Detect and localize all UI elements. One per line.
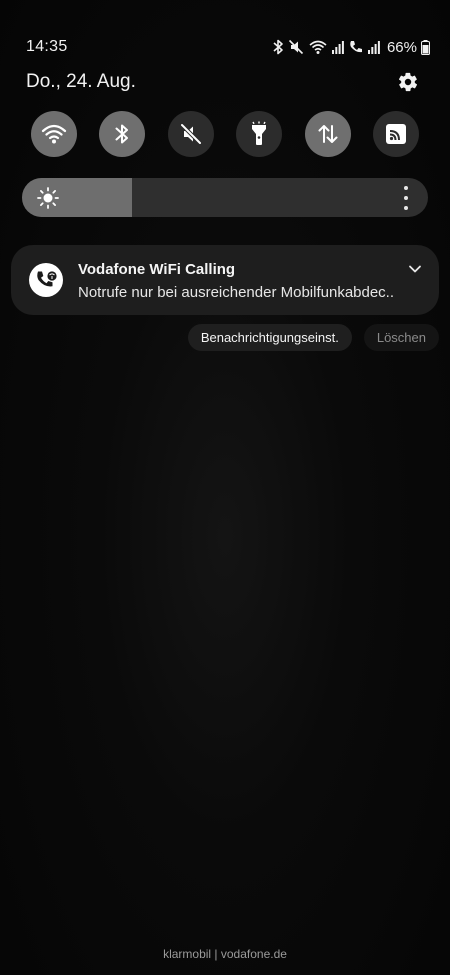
status-bar: 14:35 66% [26, 36, 430, 58]
mute-icon [180, 123, 202, 145]
qs-flashlight-toggle[interactable] [236, 111, 283, 157]
notification-text: Notrufe nur bei ausreichender Mobilfunka… [78, 284, 395, 301]
battery-icon [421, 39, 430, 55]
sun-icon [37, 187, 59, 209]
flashlight-icon [252, 121, 267, 145]
brightness-slider[interactable] [22, 178, 428, 217]
wifi-icon [308, 39, 328, 55]
quick-settings [31, 111, 419, 157]
mute-icon [288, 39, 304, 55]
notification-card[interactable]: Vodafone WiFi Calling Notrufe nur bei au… [11, 245, 439, 315]
wifi-icon [41, 124, 67, 144]
notification-actions: Benachrichtigungseinst. Löschen [187, 324, 439, 351]
qs-bluetooth-toggle[interactable] [99, 111, 146, 157]
gear-icon [398, 72, 418, 92]
status-icons: 66% [272, 39, 430, 56]
date: Do., 24. Aug. [26, 71, 136, 92]
signal-icon [331, 40, 344, 54]
chevron-down-icon[interactable] [407, 263, 423, 275]
carrier-label: klarmobil | vodafone.de [163, 947, 287, 961]
clock: 14:35 [26, 38, 68, 55]
more-vertical-icon[interactable] [402, 186, 410, 210]
qs-wifi-toggle[interactable] [31, 111, 77, 157]
cast-icon [385, 124, 406, 144]
bluetooth-icon [115, 124, 129, 144]
qs-sound-toggle[interactable] [167, 111, 214, 157]
qs-mobile-data-toggle[interactable] [304, 111, 351, 157]
notification-settings-button[interactable]: Benachrichtigungseinst. [187, 324, 352, 351]
settings-button[interactable] [396, 70, 420, 94]
data-transfer-icon [318, 125, 338, 143]
wifi-calling-icon [29, 263, 63, 297]
qs-cast-toggle[interactable] [372, 111, 419, 157]
battery-percent: 66% [386, 38, 417, 56]
date-row: Do., 24. Aug. [26, 68, 420, 96]
notification-title: Vodafone WiFi Calling [78, 261, 236, 278]
bluetooth-icon [272, 39, 284, 55]
clear-button[interactable]: Löschen [363, 324, 439, 351]
wifi-calling-icon [348, 39, 364, 55]
signal-icon [367, 40, 380, 54]
